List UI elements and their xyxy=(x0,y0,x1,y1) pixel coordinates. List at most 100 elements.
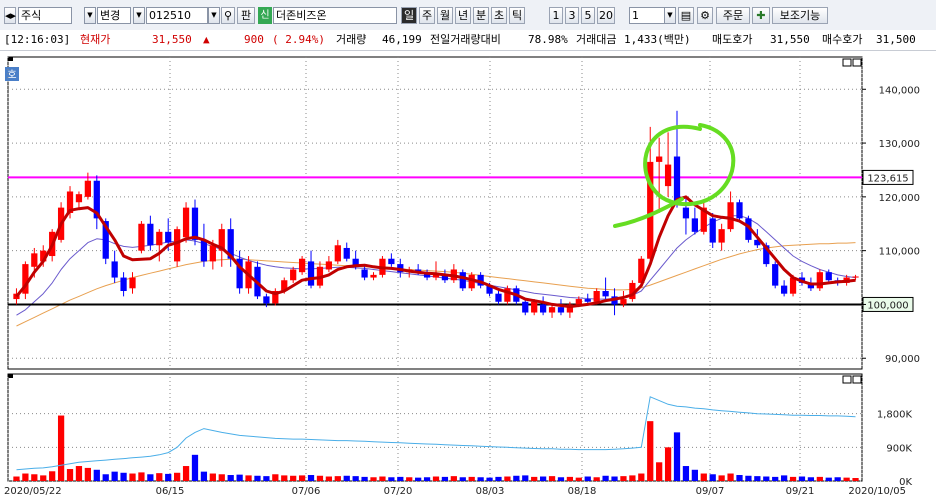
candle-body xyxy=(673,156,681,203)
new-badge-label: 신 xyxy=(260,10,270,21)
period-button-4[interactable]: 분 xyxy=(473,7,489,24)
candle-body xyxy=(174,229,181,262)
candle-body xyxy=(298,258,306,273)
volume-bar xyxy=(602,475,609,481)
volume-bar xyxy=(307,475,315,481)
date-tick-label: 09/21 xyxy=(786,486,815,496)
code-dropdown-icon[interactable]: ▼ xyxy=(208,7,220,24)
price-change: 900 xyxy=(244,33,264,46)
price-label: 현재가 xyxy=(80,33,111,46)
period-button-5[interactable]: 초 xyxy=(491,7,507,24)
candle-body xyxy=(718,229,725,243)
count-button-3[interactable]: 3 xyxy=(565,7,579,24)
candle-body xyxy=(593,291,600,302)
change-field[interactable]: 변경 xyxy=(97,7,131,24)
stock-name-field[interactable]: 더존비즈온 xyxy=(273,7,397,24)
volume-bar xyxy=(423,477,431,481)
count-button-1[interactable]: 1 xyxy=(549,7,563,24)
interval-input[interactable]: 1 xyxy=(629,7,667,24)
volume-bar xyxy=(49,471,56,481)
candle-body xyxy=(816,272,823,289)
market-dropdown-icon[interactable]: ▼ xyxy=(84,7,96,24)
volume-bar xyxy=(298,475,306,481)
candle-body xyxy=(370,274,377,278)
candle-body xyxy=(682,207,690,219)
maximize-icon[interactable] xyxy=(852,58,862,67)
ask-label: 매도호가 xyxy=(712,33,753,46)
candle-body xyxy=(182,207,190,238)
candle-body xyxy=(531,301,538,313)
reference-value-label: 123,615 xyxy=(867,173,908,184)
candle-body xyxy=(334,245,341,262)
volume-bar xyxy=(450,476,457,481)
ask-value: 31,550 xyxy=(770,33,810,46)
volume-bar xyxy=(718,475,725,481)
current-price: 31,550 xyxy=(152,33,192,46)
volume-bar xyxy=(736,475,743,481)
code-input[interactable]: 012510 xyxy=(146,7,208,24)
volume-bar xyxy=(441,476,449,481)
candle-body xyxy=(84,180,91,197)
candle-body xyxy=(602,291,609,297)
amount-value: 1,433(백만) xyxy=(624,33,691,46)
pan-button[interactable]: 판 xyxy=(237,7,255,24)
volume-bar xyxy=(691,469,698,481)
volume-bar xyxy=(495,476,502,481)
volume-bar xyxy=(575,477,582,481)
candle-body xyxy=(75,194,83,203)
volume-bar xyxy=(245,475,252,481)
volume-bar xyxy=(40,475,47,481)
volume-bar xyxy=(156,473,163,481)
candle-body xyxy=(656,156,663,162)
volume-bar xyxy=(334,476,341,481)
market-select[interactable]: 주식 xyxy=(18,7,72,24)
search-icon[interactable]: ⚲ xyxy=(221,7,235,24)
period-button-1[interactable]: 주 xyxy=(419,7,435,24)
volume-bar xyxy=(459,477,466,481)
volume-bar xyxy=(486,477,493,481)
volume-bar xyxy=(343,475,350,481)
maximize-icon[interactable] xyxy=(852,375,862,384)
date-tick-label: 08/18 xyxy=(568,486,597,496)
crosshair-icon[interactable]: ✚ xyxy=(752,7,770,24)
price-tick-label: 140,000 xyxy=(879,85,920,96)
volume-bar xyxy=(31,474,38,481)
candle-body xyxy=(781,285,788,294)
volume-bar xyxy=(397,476,404,481)
date-tick-label: 2020/10/05 xyxy=(848,486,906,496)
volume-bar xyxy=(504,476,511,481)
volume-bar xyxy=(709,474,716,481)
volume-bar xyxy=(379,476,386,481)
candle-body xyxy=(209,245,216,262)
interval-dropdown-icon[interactable]: ▼ xyxy=(664,7,676,24)
volume-bar xyxy=(638,473,645,481)
period-button-6[interactable]: 틱 xyxy=(509,7,525,24)
volume-bar xyxy=(852,478,859,481)
price-tick-label: 90,000 xyxy=(885,354,920,365)
candle-body xyxy=(111,261,118,278)
candle-body xyxy=(129,277,136,289)
chart-area[interactable]: 호 123,615 100,000 140,000 130,000 120,000 11… xyxy=(0,51,936,499)
candle-body xyxy=(31,253,38,267)
pan-label: 판 xyxy=(240,9,252,22)
minimize-icon[interactable] xyxy=(842,58,852,67)
price-tick-label: 120,000 xyxy=(879,193,920,204)
order-label: 주문 xyxy=(722,9,744,22)
order-button[interactable]: 주문 xyxy=(716,7,750,24)
period-button-2[interactable]: 월 xyxy=(437,7,453,24)
volume-bar xyxy=(352,476,359,481)
count-button-20[interactable]: 20 xyxy=(597,7,615,24)
stock-chart-svg[interactable]: 호 123,615 100,000 140,000 130,000 120,000 11… xyxy=(0,51,936,497)
volume-bar xyxy=(843,477,850,481)
save-icon[interactable]: ▤ xyxy=(678,7,694,24)
period-button-0[interactable]: 일 xyxy=(401,7,417,24)
count-button-5[interactable]: 5 xyxy=(581,7,595,24)
aux-function-button[interactable]: 보조기능 xyxy=(772,7,828,24)
change-dropdown-icon[interactable]: ▼ xyxy=(133,7,145,24)
volume-bar xyxy=(656,462,663,481)
expand-icon[interactable]: ◂▸ xyxy=(4,7,16,24)
candle-body xyxy=(307,261,315,286)
period-button-3[interactable]: 년 xyxy=(455,7,471,24)
gear-icon[interactable]: ⚙ xyxy=(697,7,713,24)
minimize-icon[interactable] xyxy=(842,375,852,384)
